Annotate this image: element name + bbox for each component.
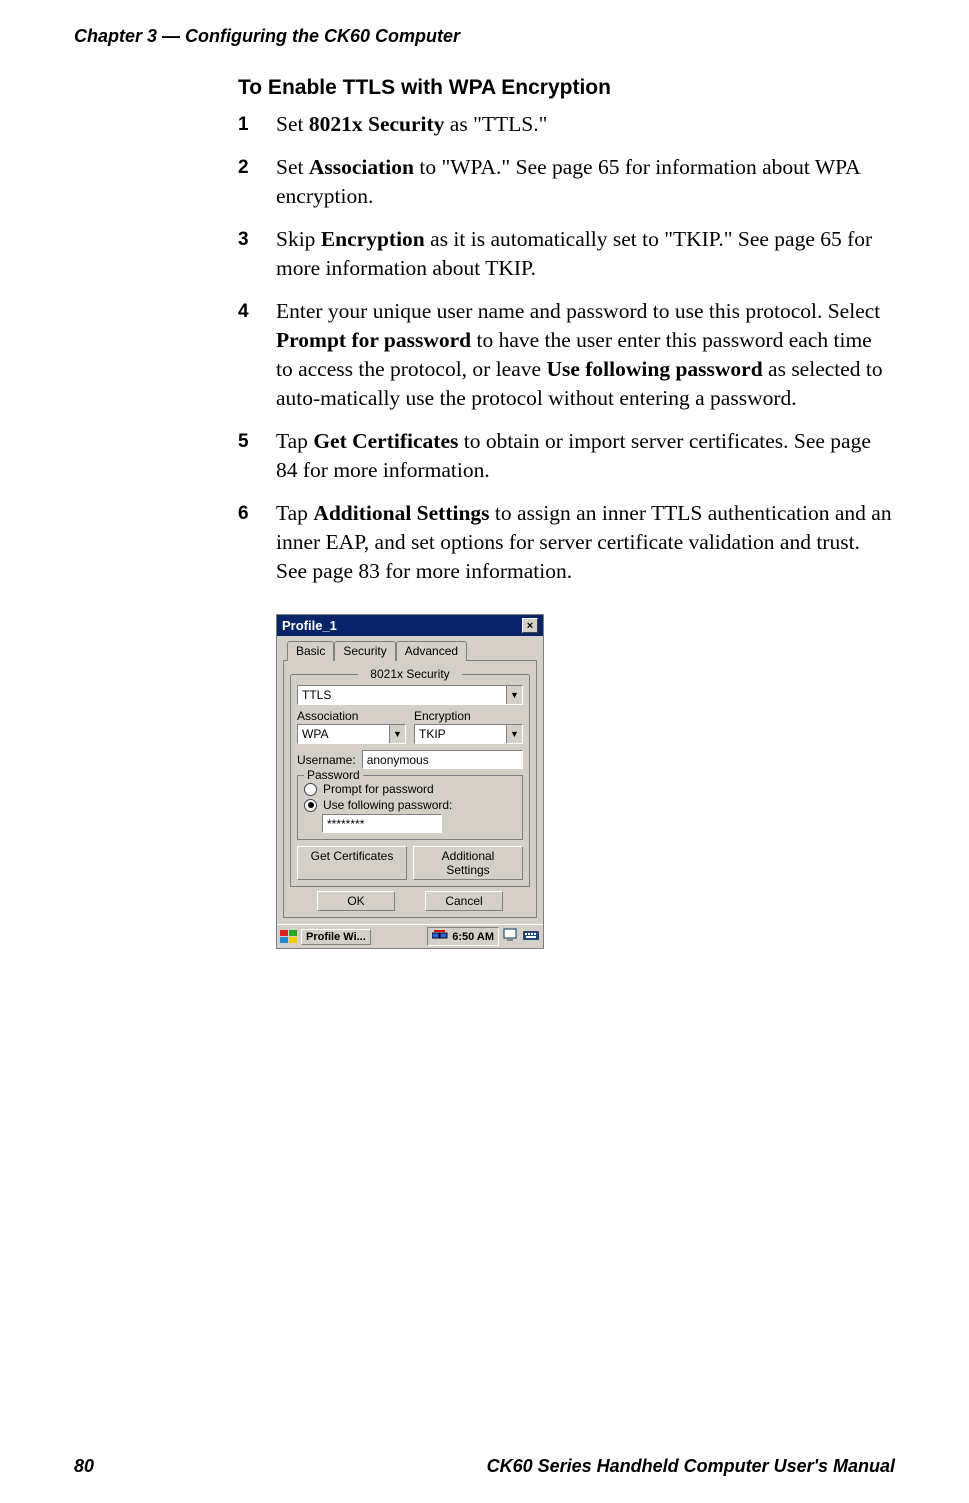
start-icon[interactable] [279, 928, 299, 946]
taskbar-app-button[interactable]: Profile Wi... [301, 929, 371, 945]
step-number: 5 [238, 429, 249, 455]
network-icon [432, 929, 448, 944]
chevron-down-icon[interactable]: ▼ [506, 686, 522, 704]
radio-prompt-row[interactable]: Prompt for password [304, 782, 516, 796]
group-8021x: 8021x Security TTLS ▼ Association WPA ▼ [290, 675, 530, 887]
step-number: 4 [238, 299, 249, 325]
password-fieldset: Password Prompt for password Use followi… [297, 775, 523, 840]
encryption-combo[interactable]: TKIP ▼ [414, 724, 523, 744]
dialog-titlebar[interactable]: Profile_1 × [277, 615, 543, 636]
system-tray[interactable]: 6:50 AM [427, 927, 499, 946]
chapter-title: Chapter 3 — Configuring the CK60 Compute… [74, 26, 460, 46]
radio-usefollowing-label: Use following password: [323, 798, 452, 812]
password-field[interactable]: ******** [322, 814, 442, 833]
dialog-title: Profile_1 [282, 618, 337, 633]
step-2: 2 Set Association to "WPA." See page 65 … [238, 153, 893, 211]
manual-title: CK60 Series Handheld Computer User's Man… [487, 1456, 895, 1477]
step-6: 6 Tap Additional Settings to assign an i… [238, 499, 893, 586]
password-legend: Password [304, 768, 363, 782]
page-footer: 80 CK60 Series Handheld Computer User's … [74, 1456, 895, 1477]
encryption-value: TKIP [415, 727, 506, 741]
step-number: 2 [238, 155, 249, 181]
username-field[interactable]: anonymous [362, 750, 523, 769]
section-heading: To Enable TTLS with WPA Encryption [238, 76, 893, 100]
association-value: WPA [298, 727, 389, 741]
text: Skip [276, 227, 321, 251]
dialog-body: Basic Security Advanced 8021x Security T… [277, 636, 543, 924]
radio-icon[interactable] [304, 799, 317, 812]
cancel-button[interactable]: Cancel [425, 891, 503, 911]
security-value: TTLS [298, 688, 506, 702]
encryption-label: Encryption [414, 709, 523, 723]
tab-page-security: 8021x Security TTLS ▼ Association WPA ▼ [283, 660, 537, 918]
security-combo[interactable]: TTLS ▼ [297, 685, 523, 705]
text: Enter your unique user name and password… [276, 299, 880, 323]
main-content: To Enable TTLS with WPA Encryption 1 Set… [238, 60, 893, 949]
text: Set [276, 112, 309, 136]
get-certificates-button[interactable]: Get Certificates [297, 846, 407, 880]
tray-time: 6:50 AM [452, 931, 494, 943]
text: as "TTLS." [444, 112, 547, 136]
bold: Additional Settings [313, 501, 489, 525]
bold: Association [309, 155, 414, 179]
bold: Use following password [546, 357, 762, 381]
radio-prompt-label: Prompt for password [323, 782, 434, 796]
profile-dialog-screenshot: Profile_1 × Basic Security Advanced 8021… [276, 614, 544, 949]
close-icon[interactable]: × [522, 618, 538, 633]
text: Set [276, 155, 309, 179]
radio-usefollowing-row[interactable]: Use following password: [304, 798, 516, 812]
page-number: 80 [74, 1456, 94, 1477]
text: Tap [276, 501, 313, 525]
step-number: 1 [238, 112, 249, 138]
chevron-down-icon[interactable]: ▼ [506, 725, 522, 743]
tab-security[interactable]: Security [334, 641, 395, 661]
association-combo[interactable]: WPA ▼ [297, 724, 406, 744]
tab-strip: Basic Security Advanced [283, 641, 537, 661]
keyboard-icon[interactable] [521, 929, 541, 944]
step-1: 1 Set 8021x Security as "TTLS." [238, 110, 893, 139]
group-legend-8021x: 8021x Security [291, 667, 529, 681]
step-3: 3 Skip Encryption as it is automatically… [238, 225, 893, 283]
chevron-down-icon[interactable]: ▼ [389, 725, 405, 743]
bold: 8021x Security [309, 112, 445, 136]
steps-list: 1 Set 8021x Security as "TTLS." 2 Set As… [238, 110, 893, 586]
bold: Get Certificates [313, 429, 458, 453]
additional-settings-button[interactable]: Additional Settings [413, 846, 523, 880]
step-5: 5 Tap Get Certificates to obtain or impo… [238, 427, 893, 485]
step-4: 4 Enter your unique user name and passwo… [238, 297, 893, 413]
taskbar: Profile Wi... 6:50 AM [277, 924, 543, 948]
page-header: Chapter 3 — Configuring the CK60 Compute… [74, 26, 895, 47]
association-label: Association [297, 709, 406, 723]
text: Tap [276, 429, 313, 453]
tab-basic[interactable]: Basic [287, 641, 334, 661]
ok-button[interactable]: OK [317, 891, 395, 911]
radio-icon[interactable] [304, 783, 317, 796]
desktop-icon[interactable] [501, 928, 519, 945]
username-label: Username: [297, 753, 356, 767]
tab-advanced[interactable]: Advanced [396, 641, 467, 661]
bold: Encryption [321, 227, 425, 251]
step-number: 3 [238, 227, 249, 253]
bold: Prompt for password [276, 328, 471, 352]
step-number: 6 [238, 501, 249, 527]
